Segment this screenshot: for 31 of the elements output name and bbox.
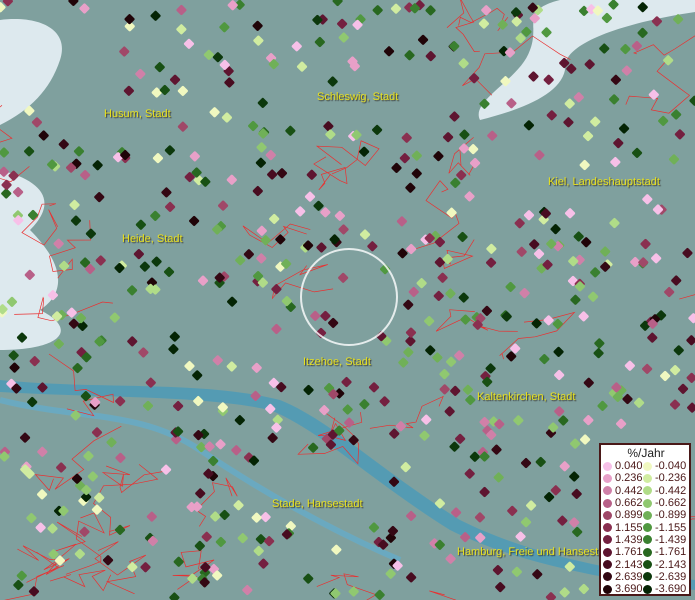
legend-label: 2.143 (615, 558, 643, 571)
legend-label: -0.662 (655, 497, 686, 510)
legend-label: 0.040 (615, 460, 643, 472)
place-label: Husum, Stadt (104, 108, 171, 120)
legend-label: -0.442 (655, 484, 686, 497)
legend-label: 1.761 (615, 546, 643, 558)
legend-label: -0.236 (655, 472, 686, 484)
legend-label: -2.143 (655, 558, 686, 571)
legend-label: -1.155 (655, 522, 686, 534)
legend-label: 1.439 (615, 534, 643, 546)
place-label: Kiel, Landeshauptstadt (548, 176, 660, 188)
legend-label: -0.899 (655, 509, 686, 522)
place-label: Itzehoe, Stadt (303, 356, 371, 368)
legend-label: -2.639 (655, 570, 686, 583)
place-label: Schleswig, Stadt (317, 91, 398, 103)
legend-label: 2.639 (615, 570, 643, 583)
legend-title: %/Jahr (626, 447, 666, 460)
legend-label: 0.442 (615, 484, 643, 497)
legend-label: 3.690 (615, 583, 643, 596)
place-label: Hamburg, Freie und Hansest (457, 546, 598, 558)
place-label: Stade, Hansestadt (272, 498, 363, 510)
legend-label: 0.899 (615, 509, 643, 522)
legend-label: 0.236 (615, 472, 643, 484)
legend-label: 0.662 (615, 497, 643, 510)
legend-label: -0.040 (655, 460, 686, 472)
legend-label: -3.690 (655, 583, 686, 596)
place-label: Heide, Stadt (122, 233, 183, 245)
legend-label: 1.155 (615, 522, 643, 534)
place-label: Kaltenkirchen, Stadt (477, 391, 576, 403)
legend-label: -1.761 (655, 546, 686, 558)
legend-label: -1.439 (655, 534, 686, 546)
